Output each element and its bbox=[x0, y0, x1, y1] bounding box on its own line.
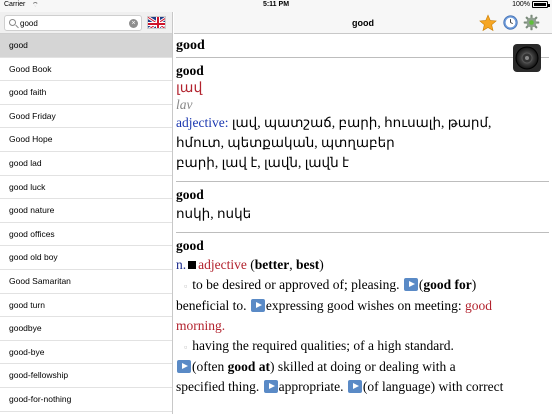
uk-flag-icon[interactable] bbox=[147, 16, 166, 29]
headword-title: good bbox=[176, 38, 205, 53]
entry-armenian-1: good լավ lav adjective: լավ, պատշաճ, բար… bbox=[176, 62, 549, 173]
list-item[interactable]: good offices bbox=[0, 223, 172, 247]
clock-icon[interactable] bbox=[503, 15, 518, 30]
search-icon bbox=[9, 19, 16, 26]
list-item[interactable]: Good Book bbox=[0, 58, 172, 82]
list-item[interactable]: good-for-nothing bbox=[0, 388, 172, 412]
main-panel: good good good լավ lav adjective: լավ, պ… bbox=[174, 12, 552, 414]
entry-armenian-2: good ոսկի, ոսկե bbox=[176, 186, 549, 224]
list-item[interactable]: goodbye bbox=[0, 317, 172, 341]
divider bbox=[176, 181, 549, 182]
list-item[interactable]: good nature bbox=[0, 199, 172, 223]
part-of-speech: adjective: bbox=[176, 115, 229, 130]
transliteration: lav bbox=[176, 97, 193, 112]
play-icon[interactable] bbox=[250, 299, 265, 313]
meaning-line: adjective: լավ, պատշաճ, բարի, հուսալի, թ… bbox=[176, 113, 549, 133]
word-list: good Good Book good faith Good Friday Go… bbox=[0, 34, 172, 412]
clear-search-button[interactable]: × bbox=[129, 19, 138, 28]
bullet-icon: ▫ bbox=[184, 280, 188, 291]
comparative: better bbox=[254, 257, 290, 272]
definition-line: ▫ to be desired or approved of; pleasing.… bbox=[176, 275, 549, 296]
list-item[interactable]: good lad bbox=[0, 152, 172, 176]
search-field[interactable]: × bbox=[4, 15, 142, 31]
entry-headword: good bbox=[176, 187, 204, 202]
list-item[interactable]: good bbox=[0, 34, 172, 58]
play-icon[interactable] bbox=[403, 278, 418, 292]
play-icon[interactable] bbox=[347, 380, 362, 394]
list-item[interactable]: good-bye bbox=[0, 341, 172, 365]
square-bullet-icon bbox=[188, 261, 197, 270]
nav-bar: good bbox=[174, 12, 552, 34]
battery-percent: 100% bbox=[512, 1, 530, 8]
example-text: morning. bbox=[176, 317, 226, 333]
list-item[interactable]: Good Samaritan bbox=[0, 270, 172, 294]
play-icon[interactable] bbox=[263, 380, 278, 394]
part-of-speech: adjective bbox=[198, 257, 247, 272]
sidebar: × good Good Book good faith Good Friday … bbox=[0, 12, 173, 414]
definition-content: good good լավ lav adjective: լավ, պատշաճ… bbox=[174, 34, 552, 397]
status-time: 5:11 PM bbox=[262, 1, 290, 8]
meanings-text: լավ, պատշաճ, բարի, հուսալի, թարմ, bbox=[228, 115, 492, 130]
entry-english: good n. adjective (better, best) ▫ to be d… bbox=[176, 237, 549, 397]
pos-line: n. adjective (better, best) bbox=[176, 257, 324, 272]
search-bar: × bbox=[0, 12, 172, 34]
divider bbox=[176, 57, 549, 58]
list-item[interactable]: good turn bbox=[0, 294, 172, 318]
definition-line: morning. bbox=[176, 316, 549, 336]
speaker-icon[interactable] bbox=[511, 42, 543, 74]
definition-line: (often good at) skilled at doing or deal… bbox=[176, 357, 549, 377]
superlative: best bbox=[295, 257, 320, 272]
list-item[interactable]: Good Friday bbox=[0, 105, 172, 129]
list-item[interactable]: good faith bbox=[0, 81, 172, 105]
noun-abbrev: n. bbox=[176, 257, 187, 272]
entry-headword: good bbox=[176, 63, 204, 78]
armenian-word: լավ bbox=[176, 81, 203, 96]
example-text: good bbox=[464, 297, 492, 313]
battery-indicator: 100% bbox=[512, 1, 550, 8]
meanings-text: ոսկի, ոսկե bbox=[176, 206, 252, 221]
definition-line: ▫ having the required qualities; of a hig… bbox=[176, 336, 549, 357]
divider bbox=[176, 232, 549, 233]
star-icon[interactable] bbox=[479, 14, 497, 32]
list-item[interactable]: good old boy bbox=[0, 246, 172, 270]
list-item[interactable]: good luck bbox=[0, 176, 172, 200]
gear-icon[interactable] bbox=[523, 14, 540, 31]
meanings-text: բարի, լավ է, լավն, լավն է bbox=[176, 155, 349, 170]
meanings-text: հմուտ, պետքական, պտղաբեր bbox=[176, 135, 395, 150]
definition-line: beneficial to. expressing good wishes on… bbox=[176, 297, 492, 313]
list-item[interactable]: Good Hope bbox=[0, 128, 172, 152]
search-input[interactable] bbox=[20, 17, 130, 30]
play-icon[interactable] bbox=[177, 360, 191, 374]
bullet-icon: ▫ bbox=[184, 341, 188, 352]
list-item[interactable]: good-fellowship bbox=[0, 364, 172, 388]
definition-line: specified thing. appropriate. (of langua… bbox=[176, 378, 504, 394]
battery-icon bbox=[532, 1, 550, 8]
status-bar: Carrier ⌔ 5:11 PM 100% bbox=[0, 0, 552, 12]
entry-headword: good bbox=[176, 238, 204, 253]
